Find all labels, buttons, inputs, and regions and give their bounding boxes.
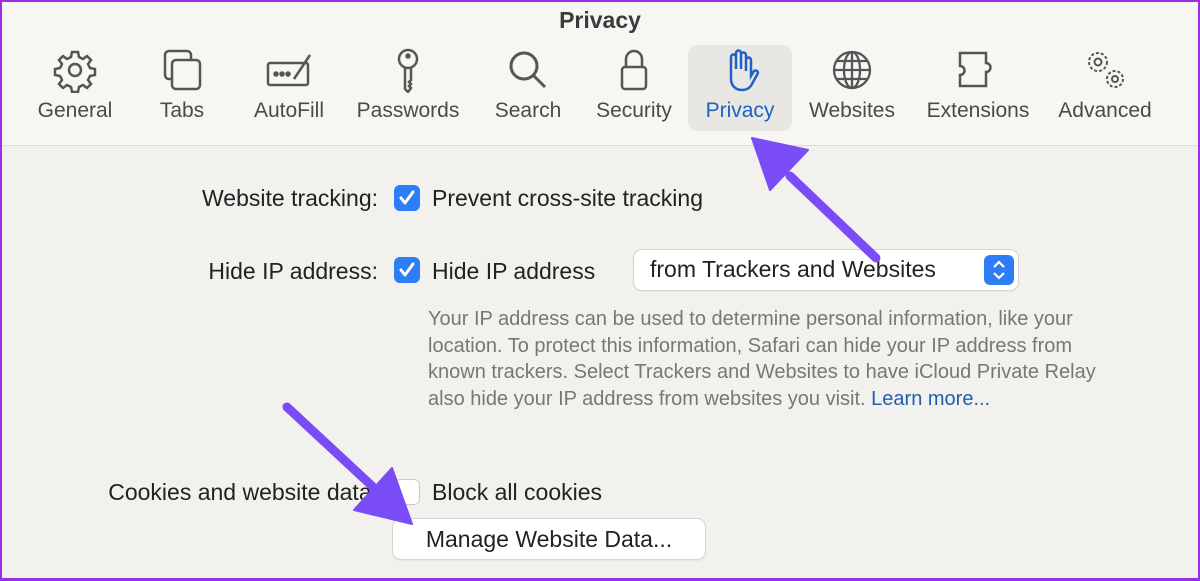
hide-ip-popup[interactable]: from Trackers and Websites [634, 250, 1018, 290]
hand-icon [729, 49, 760, 92]
prevent-tracking-checkbox[interactable] [394, 185, 420, 211]
hide-ip-label: Hide IP address: [208, 258, 378, 284]
tab-security[interactable]: Security [588, 45, 680, 131]
block-cookies-label[interactable]: Block all cookies [432, 479, 602, 506]
up-down-chevron-icon [984, 255, 1014, 285]
prevent-tracking-label[interactable]: Prevent cross-site tracking [432, 185, 703, 212]
tab-websites[interactable]: Websites [804, 45, 900, 131]
gears-icon [1088, 52, 1124, 88]
puzzle-icon [958, 51, 992, 88]
key-icon [397, 48, 419, 93]
toolbar: Privacy General Tabs AutoFill Passwords … [2, 2, 1198, 146]
hide-ip-checkbox[interactable] [394, 257, 420, 283]
tabs-icon [163, 49, 202, 91]
manage-website-data-button[interactable]: Manage Website Data... [393, 519, 705, 559]
block-cookies-checkbox[interactable] [394, 479, 420, 505]
search-icon [509, 51, 547, 89]
website-tracking-label: Website tracking: [202, 185, 378, 211]
tab-passwords[interactable]: Passwords [350, 45, 466, 131]
cookies-label: Cookies and website data: [108, 479, 378, 505]
tab-tabs[interactable]: Tabs [147, 45, 217, 131]
learn-more-link[interactable]: Learn more... [871, 388, 990, 410]
checkmark-icon [399, 262, 415, 277]
tab-extensions[interactable]: Extensions [920, 45, 1036, 131]
gear-icon [53, 50, 97, 93]
window-title: Privacy [559, 7, 641, 33]
tab-privacy[interactable]: Privacy [688, 45, 792, 131]
hide-ip-description: Your IP address can be used to determine… [428, 308, 1096, 410]
checkmark-icon [399, 190, 415, 205]
autofill-icon [266, 54, 312, 87]
tab-search[interactable]: Search [488, 45, 568, 131]
tab-autofill[interactable]: AutoFill [244, 45, 334, 131]
tab-advanced[interactable]: Advanced [1052, 45, 1158, 131]
tab-general[interactable]: General [30, 45, 120, 131]
globe-icon [832, 50, 872, 90]
lock-icon [620, 49, 648, 91]
hide-ip-checkbox-label[interactable]: Hide IP address [432, 258, 595, 285]
safari-settings-window: Privacy General Tabs AutoFill Passwords … [2, 2, 1198, 578]
